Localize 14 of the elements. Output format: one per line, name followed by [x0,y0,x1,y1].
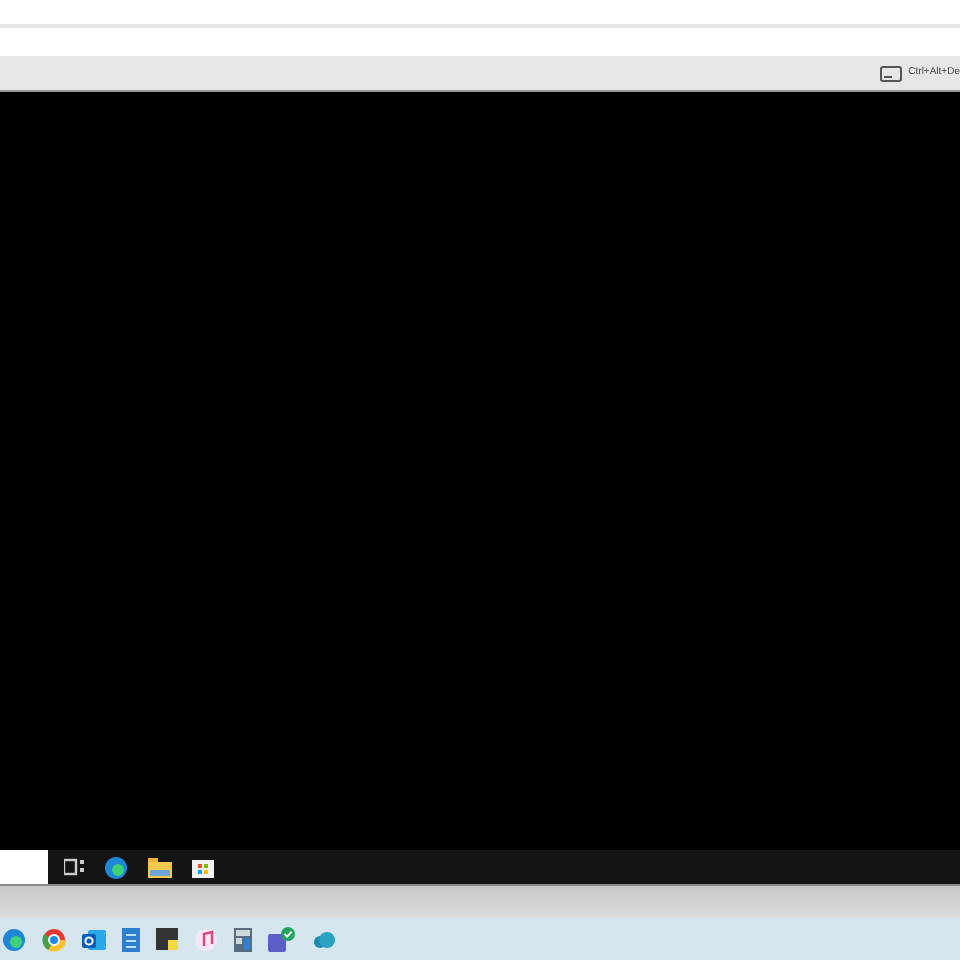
keyboard-icon[interactable] [880,65,903,81]
browser-icon[interactable] [104,855,128,879]
music-icon[interactable] [194,927,218,951]
mail-icon[interactable] [82,927,106,951]
browser-icon[interactable] [42,927,66,951]
calculator-icon[interactable] [234,927,252,951]
teams-icon[interactable] [268,926,296,952]
sticky-note-icon[interactable] [156,928,178,950]
folder-icon[interactable] [148,857,172,877]
task-view-icon[interactable] [64,858,84,876]
store-icon[interactable] [192,856,214,878]
search-field[interactable] [0,850,48,884]
notepad-icon[interactable] [122,927,140,951]
cloud-icon[interactable] [312,931,336,947]
